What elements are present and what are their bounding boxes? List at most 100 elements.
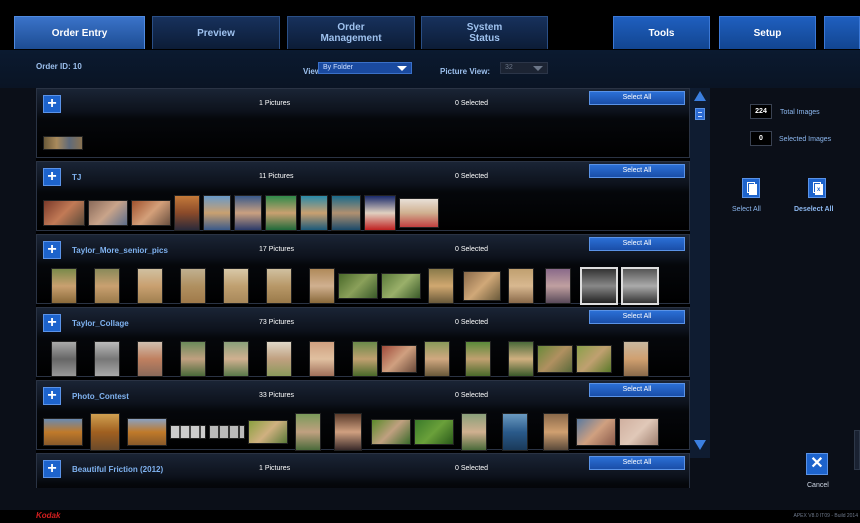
tab-system-status[interactable]: System Status — [421, 16, 548, 49]
total-images-count: 224 — [750, 104, 772, 119]
side-tab-handle[interactable] — [854, 430, 860, 470]
folder-name: Taylor_Collage — [72, 319, 129, 328]
photo-thumbnail[interactable] — [88, 200, 128, 226]
select-all-label[interactable]: Select All — [732, 206, 761, 213]
tab-tools[interactable]: Tools — [613, 16, 710, 49]
folder-row: + Beautiful Friction (2012) 1 Pictures 0… — [36, 453, 690, 488]
photo-thumbnail[interactable] — [309, 341, 335, 377]
order-id: Order ID: 10 — [36, 62, 82, 71]
expand-plus-icon[interactable]: + — [43, 387, 61, 405]
photo-thumbnail[interactable] — [266, 341, 292, 377]
photo-thumbnail[interactable] — [137, 341, 163, 377]
photo-thumbnail[interactable] — [94, 268, 120, 304]
photo-thumbnail[interactable] — [266, 268, 292, 304]
photo-thumbnail[interactable] — [508, 268, 534, 304]
photo-thumbnail[interactable] — [223, 341, 249, 377]
select-all-button[interactable]: Select All — [589, 237, 685, 251]
select-all-button[interactable]: Select All — [589, 383, 685, 397]
scroll-down-arrow-icon[interactable] — [694, 440, 706, 450]
photo-thumbnail[interactable] — [399, 198, 439, 228]
expand-plus-icon[interactable]: + — [43, 314, 61, 332]
tab-preview[interactable]: Preview — [152, 16, 280, 49]
select-all-button[interactable]: Select All — [589, 456, 685, 470]
photo-thumbnail[interactable] — [576, 345, 612, 373]
tab-order-management[interactable]: Order Management — [287, 16, 415, 49]
cancel-close-icon[interactable]: ✕ — [806, 453, 828, 475]
photo-thumbnail[interactable] — [127, 418, 167, 446]
photo-thumbnail[interactable] — [621, 267, 659, 305]
photo-thumbnail[interactable] — [234, 195, 262, 231]
photo-thumbnail[interactable] — [137, 268, 163, 304]
photo-thumbnail[interactable] — [352, 341, 378, 377]
photo-thumbnail[interactable] — [180, 268, 206, 304]
photo-thumbnail[interactable] — [334, 413, 362, 451]
photo-thumbnail[interactable] — [381, 345, 417, 373]
photo-thumbnail[interactable] — [364, 195, 396, 231]
view-dropdown[interactable]: By Folder — [318, 62, 412, 74]
photo-thumbnail[interactable] — [537, 345, 573, 373]
photo-thumbnail[interactable] — [203, 195, 231, 231]
order-header: Order ID: 10 View: By Folder Picture Vie… — [0, 50, 860, 88]
photo-thumbnail[interactable] — [174, 195, 200, 231]
scroll-up-arrow-icon[interactable] — [694, 91, 706, 101]
photo-thumbnail[interactable] — [265, 195, 297, 231]
photo-thumbnail[interactable] — [576, 418, 616, 446]
photo-thumbnail[interactable] — [381, 273, 421, 299]
photo-thumbnail[interactable] — [51, 341, 77, 377]
folder-selected-count: 0 Selected — [455, 392, 489, 399]
photo-thumbnail[interactable] — [371, 419, 411, 445]
photo-thumbnail[interactable] — [51, 268, 77, 304]
photo-thumbnail[interactable] — [428, 268, 454, 304]
photo-thumbnail[interactable] — [580, 267, 618, 305]
photo-thumbnail[interactable] — [43, 418, 83, 446]
expand-plus-icon[interactable]: + — [43, 95, 61, 113]
photo-thumbnail[interactable] — [300, 195, 328, 231]
picture-view-label: Picture View: — [440, 67, 491, 76]
chevron-down-icon — [533, 66, 543, 71]
photo-thumbnail[interactable] — [295, 413, 321, 451]
tab-overflow[interactable] — [824, 16, 860, 49]
expand-plus-icon[interactable]: + — [43, 241, 61, 259]
photo-thumbnail[interactable] — [43, 136, 83, 150]
photo-thumbnail[interactable] — [170, 425, 206, 439]
picture-view-dropdown[interactable]: 32 — [500, 62, 548, 74]
expand-plus-icon[interactable]: + — [43, 168, 61, 186]
photo-thumbnail[interactable] — [461, 413, 487, 451]
photo-thumbnail[interactable] — [465, 341, 491, 377]
photo-thumbnail[interactable] — [94, 341, 120, 377]
photo-thumbnail[interactable] — [338, 273, 378, 299]
deselect-all-label[interactable]: Deselect All — [794, 206, 833, 213]
photo-thumbnail[interactable] — [463, 271, 501, 301]
photo-thumbnail[interactable] — [623, 341, 649, 377]
photo-thumbnail[interactable] — [309, 268, 335, 304]
photo-thumbnail[interactable] — [414, 419, 454, 445]
tab-order-entry[interactable]: Order Entry — [14, 16, 145, 49]
photo-thumbnail[interactable] — [43, 200, 85, 226]
photo-thumbnail[interactable] — [424, 341, 450, 377]
photo-thumbnail[interactable] — [508, 341, 534, 377]
folder-picture-count: 17 Pictures — [259, 246, 295, 253]
photo-thumbnail[interactable] — [545, 268, 571, 304]
photo-thumbnail[interactable] — [248, 420, 288, 444]
photo-thumbnail[interactable] — [331, 195, 361, 231]
select-all-pages-icon[interactable] — [742, 178, 760, 198]
folder-picture-count: 73 Pictures — [259, 319, 295, 326]
photo-thumbnail[interactable] — [223, 268, 249, 304]
folder-list-scrollbar[interactable] — [690, 88, 710, 458]
photo-thumbnail[interactable] — [180, 341, 206, 377]
photo-thumbnail[interactable] — [543, 413, 569, 451]
scroll-thumb[interactable] — [695, 108, 705, 120]
folder-row: + TJ 11 Pictures 0 Selected Select All — [36, 161, 690, 231]
cancel-label[interactable]: Cancel — [807, 482, 829, 489]
photo-thumbnail[interactable] — [619, 418, 659, 446]
photo-thumbnail[interactable] — [502, 413, 528, 451]
select-all-button[interactable]: Select All — [589, 164, 685, 178]
photo-thumbnail[interactable] — [131, 200, 171, 226]
select-all-button[interactable]: Select All — [589, 91, 685, 105]
tab-setup[interactable]: Setup — [719, 16, 816, 49]
photo-thumbnail[interactable] — [209, 425, 245, 439]
select-all-button[interactable]: Select All — [589, 310, 685, 324]
expand-plus-icon[interactable]: + — [43, 460, 61, 478]
deselect-all-pages-icon[interactable]: x — [808, 178, 826, 198]
photo-thumbnail[interactable] — [90, 413, 120, 451]
